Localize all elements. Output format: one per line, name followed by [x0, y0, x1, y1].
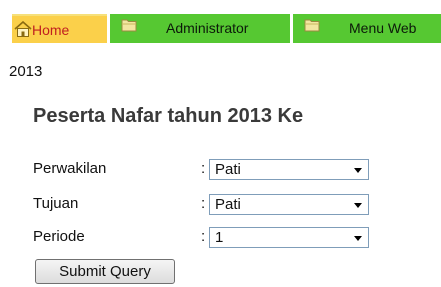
tab-home-label: Home: [32, 22, 70, 38]
page-title: Peserta Nafar tahun 2013 Ke: [33, 105, 304, 127]
tab-menu-web[interactable]: Menu Web: [293, 14, 441, 43]
chevron-down-icon: [354, 236, 362, 241]
tujuan-value: Pati: [215, 196, 241, 213]
home-icon: [14, 21, 32, 37]
tab-administrator-label: Administrator: [166, 20, 249, 36]
periode-value: 1: [215, 229, 224, 246]
perwakilan-value: Pati: [215, 161, 241, 178]
year-text: 2013: [9, 63, 43, 80]
top-nav: Home Administrator Menu Web: [0, 0, 441, 43]
periode-colon: :: [201, 228, 206, 245]
periode-select[interactable]: 1: [209, 227, 369, 248]
tab-administrator[interactable]: Administrator: [110, 14, 290, 43]
chevron-down-icon: [354, 168, 362, 173]
perwakilan-select[interactable]: Pati: [209, 159, 369, 180]
tab-home[interactable]: Home: [12, 14, 107, 43]
tujuan-label: Tujuan: [33, 195, 79, 212]
perwakilan-label: Perwakilan: [33, 160, 107, 177]
folder-icon: [121, 19, 137, 32]
chevron-down-icon: [354, 203, 362, 208]
submit-query-button[interactable]: Submit Query: [35, 259, 175, 284]
perwakilan-colon: :: [201, 160, 206, 177]
tab-menu-web-label: Menu Web: [349, 20, 417, 36]
tujuan-colon: :: [201, 195, 206, 212]
tujuan-select[interactable]: Pati: [209, 194, 369, 215]
folder-icon: [304, 19, 320, 32]
periode-label: Periode: [33, 228, 85, 245]
